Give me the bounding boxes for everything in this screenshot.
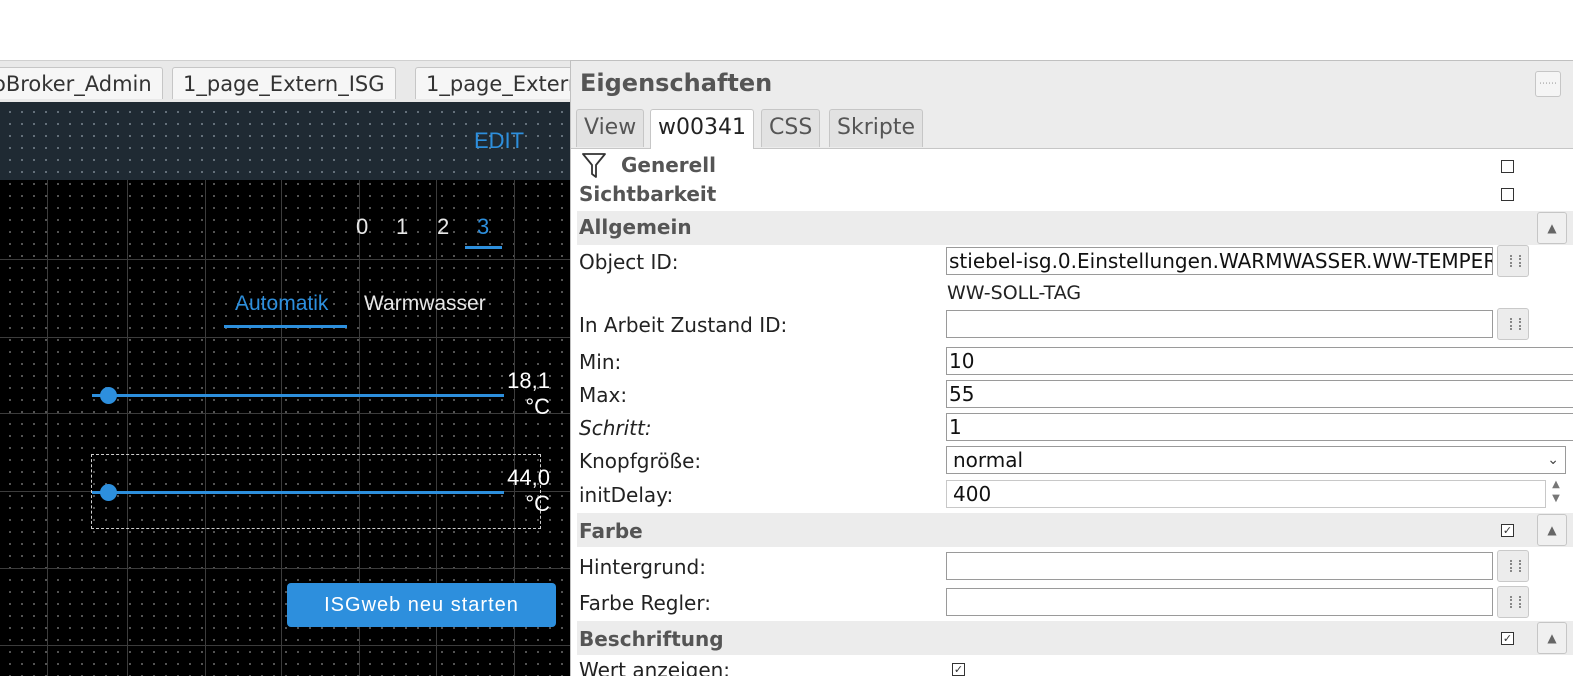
section-allgemein[interactable]: Allgemein ▲ xyxy=(577,211,1573,245)
grid-line xyxy=(47,102,48,676)
active-tab-indicator xyxy=(224,325,347,328)
grid-line xyxy=(0,645,570,646)
schritt-input[interactable]: 1 xyxy=(946,413,1573,441)
tab-skripte[interactable]: Skripte xyxy=(829,109,923,147)
hintergrund-picker-button[interactable] xyxy=(1497,550,1529,582)
screen: oBroker_Admin 1_page_Extern_ISG 1_page_E… xyxy=(0,0,1573,676)
panel-title: Eigenschaften xyxy=(580,69,773,97)
tab-css[interactable]: CSS xyxy=(761,109,821,147)
view-tab-bar: oBroker_Admin 1_page_Extern_ISG 1_page_E… xyxy=(0,60,570,102)
grid-line xyxy=(0,413,570,414)
schritt-label: Schritt: xyxy=(579,416,652,440)
section-farbe-collapse-button[interactable]: ▲ xyxy=(1537,514,1567,546)
in-arbeit-input[interactable] xyxy=(946,310,1493,338)
section-farbe-label: Farbe xyxy=(579,519,643,543)
tab-1-page-extern-isg[interactable]: 1_page_Extern_ISG xyxy=(172,67,396,99)
farbe-regler-label: Farbe Regler: xyxy=(579,591,711,615)
tab-w00341[interactable]: w00341 xyxy=(650,109,754,149)
slider-value-1: 18,1 °C xyxy=(490,368,550,420)
knopfgroesse-value: normal xyxy=(953,448,1024,472)
init-delay-spinner[interactable]: ▲ ▼ xyxy=(1546,478,1566,510)
section-farbe-checkbox[interactable]: ✓ xyxy=(1501,524,1514,537)
init-delay-label: initDelay: xyxy=(579,483,674,507)
editor-canvas[interactable]: EDIT 0 1 2 3 Automatik Warmwasser 18,1 °… xyxy=(0,102,570,676)
panel-tab-bar: View w00341 CSS Skripte xyxy=(571,105,1573,149)
slider-value-2-number: 44,0 xyxy=(507,465,550,490)
section-generell[interactable]: Generell xyxy=(577,151,1573,179)
section-beschriftung-label: Beschriftung xyxy=(579,627,724,651)
page-button-3[interactable]: 3 xyxy=(477,214,489,240)
slider-value-1-number: 18,1 xyxy=(507,368,550,393)
edit-button[interactable]: EDIT xyxy=(474,128,524,154)
tab-warmwasser[interactable]: Warmwasser xyxy=(364,292,486,316)
tab-view[interactable]: View xyxy=(576,109,645,147)
section-farbe[interactable]: Farbe ✓ ▲ xyxy=(577,513,1573,547)
page-button-2[interactable]: 2 xyxy=(437,214,449,240)
page-button-0[interactable]: 0 xyxy=(356,214,368,240)
page-button-1[interactable]: 1 xyxy=(396,214,408,240)
wert-anzeigen-label: Wert anzeigen: xyxy=(579,658,731,676)
wert-anzeigen-checkbox[interactable]: ✓ xyxy=(952,663,965,676)
panel-menu-button[interactable]: ⋯⋯ xyxy=(1535,71,1561,97)
slider-track-2[interactable] xyxy=(92,491,504,494)
isgweb-restart-button[interactable]: ISGweb neu starten xyxy=(287,583,556,627)
section-beschriftung-checkbox[interactable]: ✓ xyxy=(1501,632,1514,645)
widget-topbar[interactable]: EDIT xyxy=(0,102,570,180)
tab-iobroker-admin[interactable]: oBroker_Admin xyxy=(0,67,163,99)
section-sichtbarkeit-label: Sichtbarkeit xyxy=(579,182,717,206)
grid-line xyxy=(205,102,206,676)
grid-line xyxy=(0,568,570,569)
min-label: Min: xyxy=(579,350,622,374)
max-label: Max: xyxy=(579,383,628,407)
section-sichtbarkeit-checkbox[interactable] xyxy=(1501,188,1514,201)
object-id-hint: WW-SOLL-TAG xyxy=(947,282,1082,304)
object-id-label: Object ID: xyxy=(579,250,679,274)
farbe-regler-picker-button[interactable] xyxy=(1497,586,1529,618)
init-delay-input[interactable]: 400 xyxy=(946,480,1546,508)
section-allgemein-label: Allgemein xyxy=(579,215,692,239)
farbe-regler-input[interactable] xyxy=(946,588,1493,616)
tab-automatik[interactable]: Automatik xyxy=(235,292,328,316)
min-input[interactable]: 10 xyxy=(946,347,1573,375)
tab-1-page-extern[interactable]: 1_page_Extern xyxy=(415,67,570,99)
section-beschriftung-collapse-button[interactable]: ▲ xyxy=(1537,622,1567,654)
panel-header: Eigenschaften ⋯⋯ xyxy=(571,61,1573,105)
slider-value-2: 44,0 °C xyxy=(490,465,550,517)
slider-handle-1[interactable] xyxy=(100,387,117,404)
chevron-down-icon: ⌄ xyxy=(1547,452,1559,468)
section-allgemein-collapse-button[interactable]: ▲ xyxy=(1537,212,1567,244)
properties-panel: Eigenschaften ⋯⋯ View w00341 CSS Skripte… xyxy=(570,60,1573,676)
section-generell-label: Generell xyxy=(621,153,716,177)
section-sichtbarkeit[interactable]: Sichtbarkeit xyxy=(577,181,1573,209)
in-arbeit-picker-button[interactable] xyxy=(1497,308,1529,340)
knopfgroesse-label: Knopfgröße: xyxy=(579,449,702,473)
slider-handle-2[interactable] xyxy=(100,484,117,501)
grid-line xyxy=(0,337,570,338)
hintergrund-input[interactable] xyxy=(946,552,1493,580)
section-generell-checkbox[interactable] xyxy=(1501,160,1514,173)
in-arbeit-label: In Arbeit Zustand ID: xyxy=(579,313,788,337)
slider-track-1[interactable] xyxy=(92,394,504,397)
section-beschriftung[interactable]: Beschriftung ✓ ▲ xyxy=(577,621,1573,655)
knopfgroesse-select[interactable]: normal ⌄ xyxy=(946,446,1566,474)
grid-line xyxy=(0,259,570,260)
active-page-indicator xyxy=(465,246,502,249)
grid-line xyxy=(281,102,282,676)
max-input[interactable]: 55 xyxy=(946,380,1573,408)
object-id-picker-button[interactable] xyxy=(1497,245,1529,277)
slider-value-2-unit: °C xyxy=(525,491,550,516)
object-id-input[interactable]: stiebel-isg.0.Einstellungen.WARMWASSER.W… xyxy=(946,247,1493,275)
grid-line xyxy=(127,102,128,676)
slider-value-1-unit: °C xyxy=(525,394,550,419)
hintergrund-label: Hintergrund: xyxy=(579,555,706,579)
filter-icon[interactable] xyxy=(582,153,606,179)
